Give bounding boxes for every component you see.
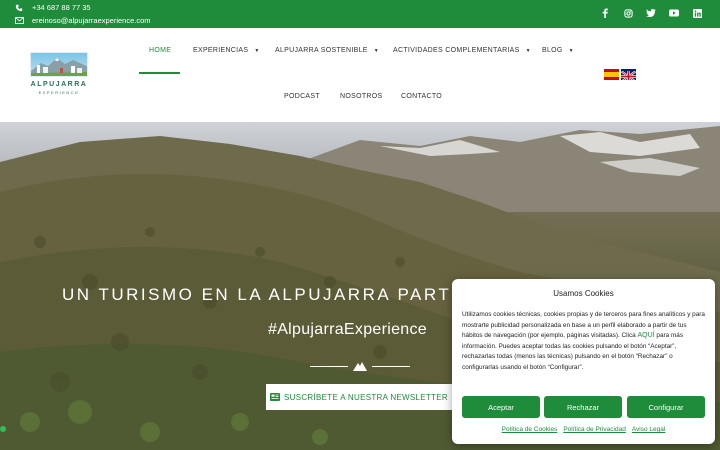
email-address[interactable]: ereinoso@alpujarraexperience.com [32, 16, 151, 25]
nav-nosotros[interactable]: NOSOTROS [340, 93, 382, 100]
site-logo[interactable]: ALPUJARRA EXPERIENCE [28, 50, 90, 98]
nav-blog-label: BLOG [542, 47, 563, 54]
nav-blog[interactable]: BLOG ▼ [542, 47, 574, 54]
divider-line-left [310, 366, 348, 367]
active-nav-underline [139, 72, 180, 74]
caret-down-icon: ▼ [525, 47, 531, 54]
nav-experiencias-label: EXPERIENCIAS [193, 47, 249, 54]
logo-name: ALPUJARRA [30, 81, 88, 88]
youtube-icon[interactable] [669, 8, 679, 18]
nav-contacto-label: CONTACTO [401, 93, 443, 100]
spanish-flag-icon[interactable] [604, 69, 619, 80]
hero-hashtag: #AlpujarraExperience [268, 321, 427, 338]
mountain-icon [353, 362, 367, 371]
twitter-icon[interactable] [646, 8, 656, 18]
cookie-footer-links: Política de Cookies Política de Privacid… [452, 426, 715, 433]
configure-cookies-button[interactable]: Configurar [627, 396, 705, 418]
nav-podcast[interactable]: PODCAST [284, 93, 320, 100]
divider-line-right [372, 366, 410, 367]
nav-actividades-complementarias[interactable]: ACTIVIDADES COMPLEMENTARIAS ▼ [393, 47, 531, 54]
nav-home[interactable]: HOME [149, 47, 171, 54]
legal-notice-link[interactable]: Aviso Legal [632, 426, 666, 433]
phone-number[interactable]: +34 687 88 77 35 [32, 3, 91, 12]
nav-experiencias[interactable]: EXPERIENCIAS ▼ [193, 47, 260, 54]
newsletter-icon [270, 393, 280, 401]
cookie-dialog-title: Usamos Cookies [553, 289, 614, 298]
logo-mountain-image [30, 52, 88, 77]
phone-row[interactable]: +34 687 88 77 35 [14, 3, 91, 12]
site-header: ALPUJARRA EXPERIENCE HOME EXPERIENCIAS ▼… [0, 28, 720, 122]
envelope-icon [14, 16, 24, 25]
caret-down-icon: ▼ [373, 47, 380, 54]
social-links [600, 8, 702, 18]
cookie-policy-link[interactable]: Política de Cookies [502, 426, 558, 433]
english-flag-icon[interactable] [621, 69, 636, 80]
newsletter-label: SUSCRÍBETE A NUESTRA NEWSLETTER [284, 392, 448, 402]
newsletter-subscribe-button[interactable]: SUSCRÍBETE A NUESTRA NEWSLETTER [266, 384, 452, 410]
nav-alpujarra-sostenible-label: ALPUJARRA SOSTENIBLE [275, 47, 368, 54]
nav-alpujarra-sostenible[interactable]: ALPUJARRA SOSTENIBLE ▼ [275, 47, 379, 54]
privacy-policy-link[interactable]: Política de Privacidad [563, 426, 626, 433]
accept-cookies-button[interactable]: Aceptar [462, 396, 540, 418]
top-contact-bar: +34 687 88 77 35 ereinoso@alpujarraexper… [0, 0, 720, 28]
instagram-icon[interactable] [623, 8, 633, 18]
linkedin-icon[interactable] [692, 8, 702, 18]
cookie-more-info-link[interactable]: AQUÍ [638, 332, 655, 339]
whatsapp-icon[interactable] [0, 426, 6, 432]
cookie-consent-dialog: Usamos Cookies Utilizamos cookies técnic… [452, 279, 715, 444]
nav-podcast-label: PODCAST [284, 93, 320, 100]
facebook-icon[interactable] [600, 8, 610, 18]
phone-icon [14, 3, 24, 12]
caret-down-icon: ▼ [568, 47, 574, 54]
language-switcher [604, 69, 636, 80]
nav-actividades-label: ACTIVIDADES COMPLEMENTARIAS [393, 47, 520, 54]
email-row[interactable]: ereinoso@alpujarraexperience.com [14, 16, 151, 25]
hero-divider [310, 360, 410, 372]
cookie-dialog-text: Utilizamos cookies técnicas, cookies pro… [462, 310, 706, 374]
hero-title: UN TURISMO EN LA ALPUJARRA PARTICUL [62, 285, 500, 304]
nav-home-label: HOME [149, 47, 172, 54]
reject-cookies-button[interactable]: Rechazar [544, 396, 622, 418]
nav-nosotros-label: NOSOTROS [340, 93, 383, 100]
logo-subtitle: EXPERIENCE [38, 90, 80, 95]
caret-down-icon: ▼ [254, 47, 260, 54]
nav-contacto[interactable]: CONTACTO [401, 93, 442, 100]
